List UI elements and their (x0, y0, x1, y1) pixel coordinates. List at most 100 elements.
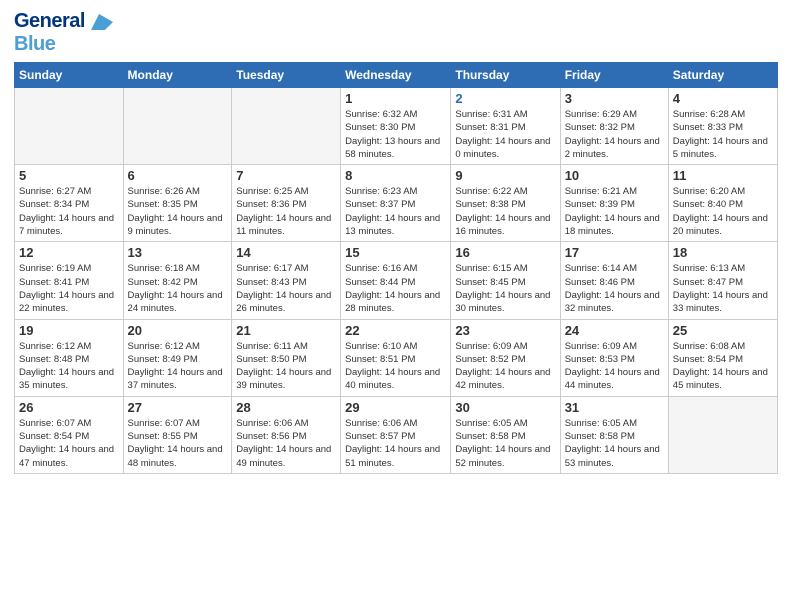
day-number: 19 (19, 323, 119, 338)
sun-info: Sunrise: 6:29 AMSunset: 8:32 PMDaylight:… (565, 108, 664, 161)
weekday-header-monday: Monday (123, 63, 232, 88)
day-cell: 15Sunrise: 6:16 AMSunset: 8:44 PMDayligh… (341, 242, 451, 319)
day-cell: 3 Sunrise: 6:29 AMSunset: 8:32 PMDaylight… (560, 88, 668, 165)
day-number: 17 (565, 245, 664, 260)
day-number: 13 (128, 245, 228, 260)
logo-text: General (14, 10, 113, 33)
sun-info: Sunrise: 6:15 AMSunset: 8:45 PMDaylight:… (455, 262, 555, 315)
day-cell: 16 Sunrise: 6:15 AMSunset: 8:45 PMDayligh… (451, 242, 560, 319)
day-cell: 20 Sunrise: 6:12 AMSunset: 8:49 PMDayligh… (123, 319, 232, 396)
sun-info: Sunrise: 6:26 AMSunset: 8:35 PMDaylight:… (128, 185, 228, 238)
weekday-header-tuesday: Tuesday (232, 63, 341, 88)
week-row-4: 19 Sunrise: 6:12 AMSunset: 8:48 PMDayligh… (15, 319, 778, 396)
day-cell (123, 88, 232, 165)
day-cell: 5Sunrise: 6:27 AMSunset: 8:34 PMDaylight… (15, 165, 124, 242)
day-cell: 24Sunrise: 6:09 AMSunset: 8:53 PMDayligh… (560, 319, 668, 396)
sun-info: Sunrise: 6:06 AMSunset: 8:57 PMDaylight:… (345, 417, 446, 470)
day-cell: 13 Sunrise: 6:18 AMSunset: 8:42 PMDayligh… (123, 242, 232, 319)
day-number: 10 (565, 168, 664, 183)
weekday-header-sunday: Sunday (15, 63, 124, 88)
sun-info: Sunrise: 6:07 AMSunset: 8:54 PMDaylight:… (19, 417, 119, 470)
logo-icon (91, 14, 113, 30)
sun-info: Sunrise: 6:05 AMSunset: 8:58 PMDaylight:… (565, 417, 664, 470)
day-cell (232, 88, 341, 165)
sun-info: Sunrise: 6:20 AMSunset: 8:40 PMDaylight:… (673, 185, 773, 238)
logo: General Blue (14, 10, 113, 56)
logo-blue-text: Blue (14, 33, 55, 55)
day-cell: 12 Sunrise: 6:19 AMSunset: 8:41 PMDayligh… (15, 242, 124, 319)
day-number: 1 (345, 91, 446, 106)
day-number: 25 (673, 323, 773, 338)
day-number: 23 (455, 323, 555, 338)
day-cell: 4 Sunrise: 6:28 AMSunset: 8:33 PMDaylight… (668, 88, 777, 165)
day-cell: 6 Sunrise: 6:26 AMSunset: 8:35 PMDaylight… (123, 165, 232, 242)
sun-info: Sunrise: 6:12 AMSunset: 8:48 PMDaylight:… (19, 340, 119, 393)
day-number: 26 (19, 400, 119, 415)
day-number: 27 (128, 400, 228, 415)
day-number: 6 (128, 168, 228, 183)
sun-info: Sunrise: 6:22 AMSunset: 8:38 PMDaylight:… (455, 185, 555, 238)
day-cell: 26 Sunrise: 6:07 AMSunset: 8:54 PMDayligh… (15, 396, 124, 473)
weekday-header-row: SundayMondayTuesdayWednesdayThursdayFrid… (15, 63, 778, 88)
day-number: 12 (19, 245, 119, 260)
sun-info: Sunrise: 6:08 AMSunset: 8:54 PMDaylight:… (673, 340, 773, 393)
weekday-header-wednesday: Wednesday (341, 63, 451, 88)
week-row-2: 5Sunrise: 6:27 AMSunset: 8:34 PMDaylight… (15, 165, 778, 242)
day-number: 15 (345, 245, 446, 260)
sun-info: Sunrise: 6:28 AMSunset: 8:33 PMDaylight:… (673, 108, 773, 161)
day-cell: 1Sunrise: 6:32 AMSunset: 8:30 PMDaylight… (341, 88, 451, 165)
day-cell: 27Sunrise: 6:07 AMSunset: 8:55 PMDayligh… (123, 396, 232, 473)
day-cell: 23 Sunrise: 6:09 AMSunset: 8:52 PMDayligh… (451, 319, 560, 396)
week-row-5: 26 Sunrise: 6:07 AMSunset: 8:54 PMDayligh… (15, 396, 778, 473)
sun-info: Sunrise: 6:31 AMSunset: 8:31 PMDaylight:… (455, 108, 555, 161)
header: General Blue (14, 10, 778, 56)
sun-info: Sunrise: 6:06 AMSunset: 8:56 PMDaylight:… (236, 417, 336, 470)
day-number: 24 (565, 323, 664, 338)
day-number: 2 (455, 91, 555, 106)
sun-info: Sunrise: 6:23 AMSunset: 8:37 PMDaylight:… (345, 185, 446, 238)
day-cell: 31Sunrise: 6:05 AMSunset: 8:58 PMDayligh… (560, 396, 668, 473)
day-cell: 22 Sunrise: 6:10 AMSunset: 8:51 PMDayligh… (341, 319, 451, 396)
day-cell: 28 Sunrise: 6:06 AMSunset: 8:56 PMDayligh… (232, 396, 341, 473)
sun-info: Sunrise: 6:14 AMSunset: 8:46 PMDaylight:… (565, 262, 664, 315)
day-cell: 17 Sunrise: 6:14 AMSunset: 8:46 PMDayligh… (560, 242, 668, 319)
day-cell: 21Sunrise: 6:11 AMSunset: 8:50 PMDayligh… (232, 319, 341, 396)
day-number: 4 (673, 91, 773, 106)
day-cell: 9 Sunrise: 6:22 AMSunset: 8:38 PMDaylight… (451, 165, 560, 242)
day-cell: 29Sunrise: 6:06 AMSunset: 8:57 PMDayligh… (341, 396, 451, 473)
day-number: 22 (345, 323, 446, 338)
week-row-3: 12 Sunrise: 6:19 AMSunset: 8:41 PMDayligh… (15, 242, 778, 319)
sun-info: Sunrise: 6:13 AMSunset: 8:47 PMDaylight:… (673, 262, 773, 315)
calendar-table: SundayMondayTuesdayWednesdayThursdayFrid… (14, 62, 778, 474)
sun-info: Sunrise: 6:09 AMSunset: 8:52 PMDaylight:… (455, 340, 555, 393)
day-cell: 19 Sunrise: 6:12 AMSunset: 8:48 PMDayligh… (15, 319, 124, 396)
day-number: 9 (455, 168, 555, 183)
sun-info: Sunrise: 6:05 AMSunset: 8:58 PMDaylight:… (455, 417, 555, 470)
week-row-1: 1Sunrise: 6:32 AMSunset: 8:30 PMDaylight… (15, 88, 778, 165)
day-number: 8 (345, 168, 446, 183)
sun-info: Sunrise: 6:27 AMSunset: 8:34 PMDaylight:… (19, 185, 119, 238)
day-number: 16 (455, 245, 555, 260)
page: General Blue SundayMondayTuesdayWednesda… (0, 0, 792, 612)
day-cell: 25 Sunrise: 6:08 AMSunset: 8:54 PMDayligh… (668, 319, 777, 396)
weekday-header-friday: Friday (560, 63, 668, 88)
day-cell: 11 Sunrise: 6:20 AMSunset: 8:40 PMDayligh… (668, 165, 777, 242)
day-cell: 8 Sunrise: 6:23 AMSunset: 8:37 PMDaylight… (341, 165, 451, 242)
sun-info: Sunrise: 6:12 AMSunset: 8:49 PMDaylight:… (128, 340, 228, 393)
day-cell: 7Sunrise: 6:25 AMSunset: 8:36 PMDaylight… (232, 165, 341, 242)
day-number: 3 (565, 91, 664, 106)
day-number: 30 (455, 400, 555, 415)
sun-info: Sunrise: 6:18 AMSunset: 8:42 PMDaylight:… (128, 262, 228, 315)
sun-info: Sunrise: 6:10 AMSunset: 8:51 PMDaylight:… (345, 340, 446, 393)
sun-info: Sunrise: 6:21 AMSunset: 8:39 PMDaylight:… (565, 185, 664, 238)
sun-info: Sunrise: 6:11 AMSunset: 8:50 PMDaylight:… (236, 340, 336, 393)
day-cell (15, 88, 124, 165)
day-number: 11 (673, 168, 773, 183)
weekday-header-thursday: Thursday (451, 63, 560, 88)
sun-info: Sunrise: 6:19 AMSunset: 8:41 PMDaylight:… (19, 262, 119, 315)
day-number: 20 (128, 323, 228, 338)
sun-info: Sunrise: 6:25 AMSunset: 8:36 PMDaylight:… (236, 185, 336, 238)
sun-info: Sunrise: 6:17 AMSunset: 8:43 PMDaylight:… (236, 262, 336, 315)
weekday-header-saturday: Saturday (668, 63, 777, 88)
day-number: 28 (236, 400, 336, 415)
